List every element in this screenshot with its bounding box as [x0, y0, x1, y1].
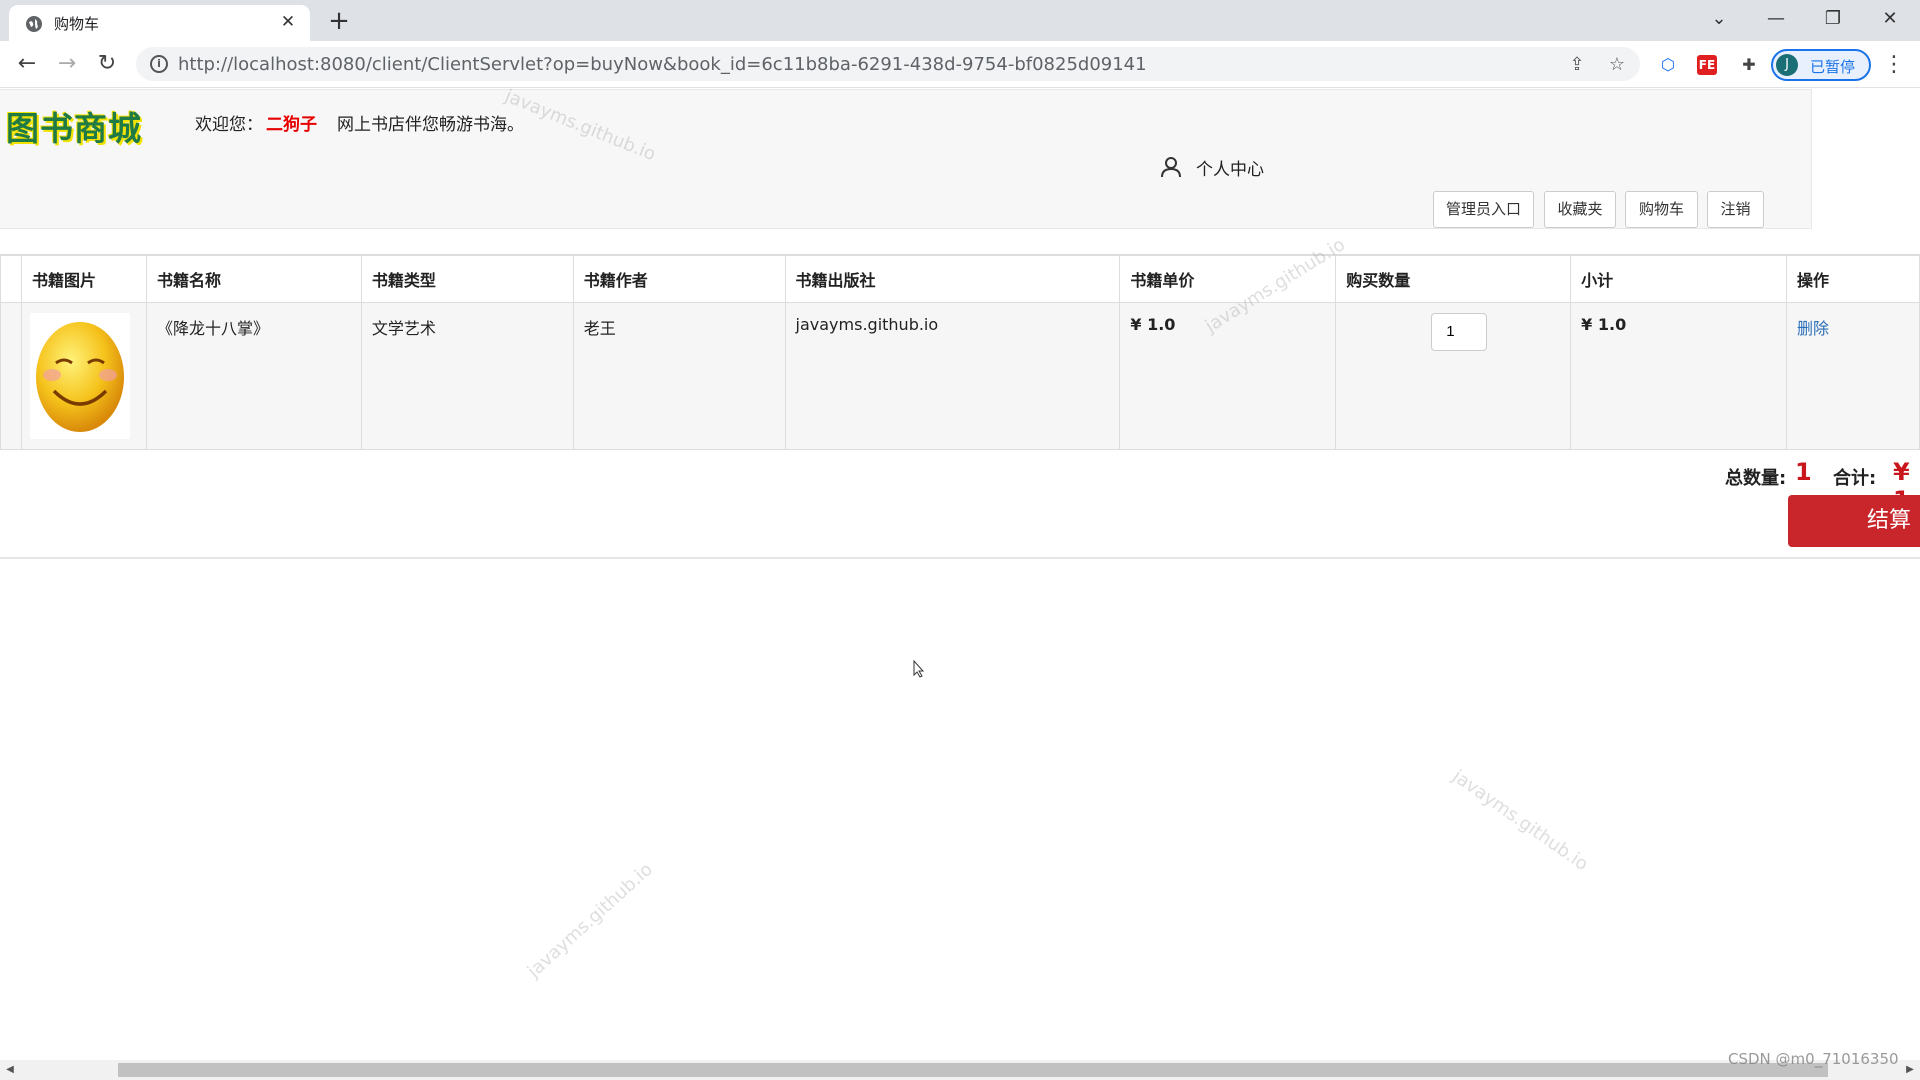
- browser-tab[interactable]: 购物车 ✕: [9, 5, 310, 41]
- site-info-icon[interactable]: i: [150, 55, 168, 73]
- book-name: 《降龙十八掌》: [145, 301, 362, 450]
- browser-menu-icon[interactable]: ⋮: [1883, 50, 1905, 80]
- table-header-row: 书籍图片 书籍名称 书籍类型 书籍作者 书籍出版社 书籍单价 购买数量 小计 操…: [0, 254, 1920, 303]
- total-quantity-label: 总数量:: [1725, 468, 1787, 489]
- book-publisher: javayms.github.io: [784, 301, 1121, 450]
- checkout-button[interactable]: 结算: [1788, 495, 1920, 547]
- quantity-input[interactable]: [1431, 312, 1488, 351]
- watermark: javayms.github.io: [1448, 765, 1592, 876]
- welcome-text: 欢迎您：: [195, 115, 263, 135]
- logout-button[interactable]: 注销: [1707, 191, 1764, 228]
- column-header: 小计: [1570, 254, 1788, 303]
- book-author: 老王: [572, 301, 786, 450]
- forward-button[interactable]: →: [52, 49, 82, 79]
- column-header: 书籍图片: [21, 254, 147, 303]
- column-header: 购买数量: [1335, 254, 1572, 303]
- profile-status: 已暂停: [1810, 58, 1856, 76]
- favorites-button[interactable]: 收藏夹: [1544, 191, 1616, 228]
- csdn-watermark: CSDN @m0_71016350: [1728, 1050, 1899, 1068]
- total-quantity-value: 1: [1795, 458, 1812, 486]
- column-header: 书籍作者: [572, 254, 786, 303]
- extension-hex-icon[interactable]: ⬡: [1656, 53, 1680, 77]
- back-button[interactable]: ←: [12, 49, 42, 79]
- action-cell: 删除: [1786, 301, 1920, 450]
- minimize-button[interactable]: —: [1756, 4, 1796, 34]
- mouse-cursor-icon: [913, 660, 925, 678]
- row-spacer: [0, 301, 22, 450]
- tab-close-icon[interactable]: ✕: [280, 12, 296, 32]
- username: 二狗子: [266, 115, 317, 135]
- column-header: 书籍名称: [145, 254, 362, 303]
- reload-button[interactable]: ↻: [92, 49, 122, 79]
- avatar: J: [1776, 54, 1798, 76]
- column-header: 书籍类型: [360, 254, 574, 303]
- watermark: javayms.github.io: [523, 859, 657, 982]
- total-price-label: 合计:: [1833, 468, 1877, 489]
- browser-tabstrip: 购物车 ✕ + ⌄ — ❐ ✕: [0, 0, 1920, 41]
- site-logo[interactable]: 图书商城: [6, 102, 142, 150]
- user-center-label: 个人中心: [1196, 160, 1264, 180]
- close-window-button[interactable]: ✕: [1870, 4, 1910, 34]
- book-image-cell: [21, 301, 147, 450]
- profile-button[interactable]: J 已暂停: [1771, 49, 1871, 81]
- scroll-left-icon[interactable]: ◀: [2, 1062, 18, 1078]
- book-cover-image[interactable]: [30, 312, 130, 439]
- divider: [0, 557, 1920, 559]
- share-icon[interactable]: ⇪: [1566, 54, 1588, 76]
- address-bar[interactable]: i http://localhost:8080/client/ClientSer…: [136, 47, 1640, 81]
- user-icon: [1161, 157, 1181, 178]
- browser-toolbar: ← → ↻ i http://localhost:8080/client/Cli…: [0, 41, 1920, 88]
- horizontal-scrollbar[interactable]: ◀ ▶: [0, 1060, 1920, 1080]
- delete-link[interactable]: 删除: [1797, 319, 1829, 338]
- globe-icon: [26, 16, 42, 32]
- fe-extension-icon[interactable]: FE: [1697, 55, 1717, 75]
- cart-table: 书籍图片 书籍名称 书籍类型 书籍作者 书籍出版社 书籍单价 购买数量 小计 操…: [0, 254, 1920, 450]
- puzzle-icon[interactable]: ✚: [1737, 53, 1761, 77]
- column-header: 操作: [1786, 254, 1920, 303]
- url-text[interactable]: http://localhost:8080/client/ClientServl…: [178, 54, 1147, 75]
- book-type: 文学艺术: [360, 301, 574, 450]
- cart-button[interactable]: 购物车: [1625, 191, 1698, 228]
- tab-search-icon[interactable]: ⌄: [1699, 4, 1739, 34]
- subtotal: ¥ 1.0: [1570, 301, 1788, 450]
- restore-button[interactable]: ❐: [1813, 4, 1853, 34]
- table-row: 《降龙十八掌》 文学艺术 老王 javayms.github.io ¥ 1.0 …: [0, 301, 1920, 450]
- scrollbar-thumb[interactable]: [118, 1063, 1828, 1077]
- quantity-cell: [1335, 301, 1572, 450]
- table-header-spacer: [0, 254, 22, 303]
- slogan: 网上书店伴您畅游书海。: [337, 115, 524, 135]
- admin-entry-button[interactable]: 管理员入口: [1433, 191, 1534, 228]
- column-header: 书籍出版社: [784, 254, 1121, 303]
- bookmark-star-icon[interactable]: ☆: [1606, 54, 1628, 76]
- scroll-right-icon[interactable]: ▶: [1902, 1062, 1918, 1078]
- site-header: 图书商城 欢迎您： 二狗子 网上书店伴您畅游书海。 个人中心 管理员入口 收藏夹…: [0, 89, 1812, 229]
- new-tab-button[interactable]: +: [326, 6, 352, 36]
- tab-title: 购物车: [54, 15, 100, 33]
